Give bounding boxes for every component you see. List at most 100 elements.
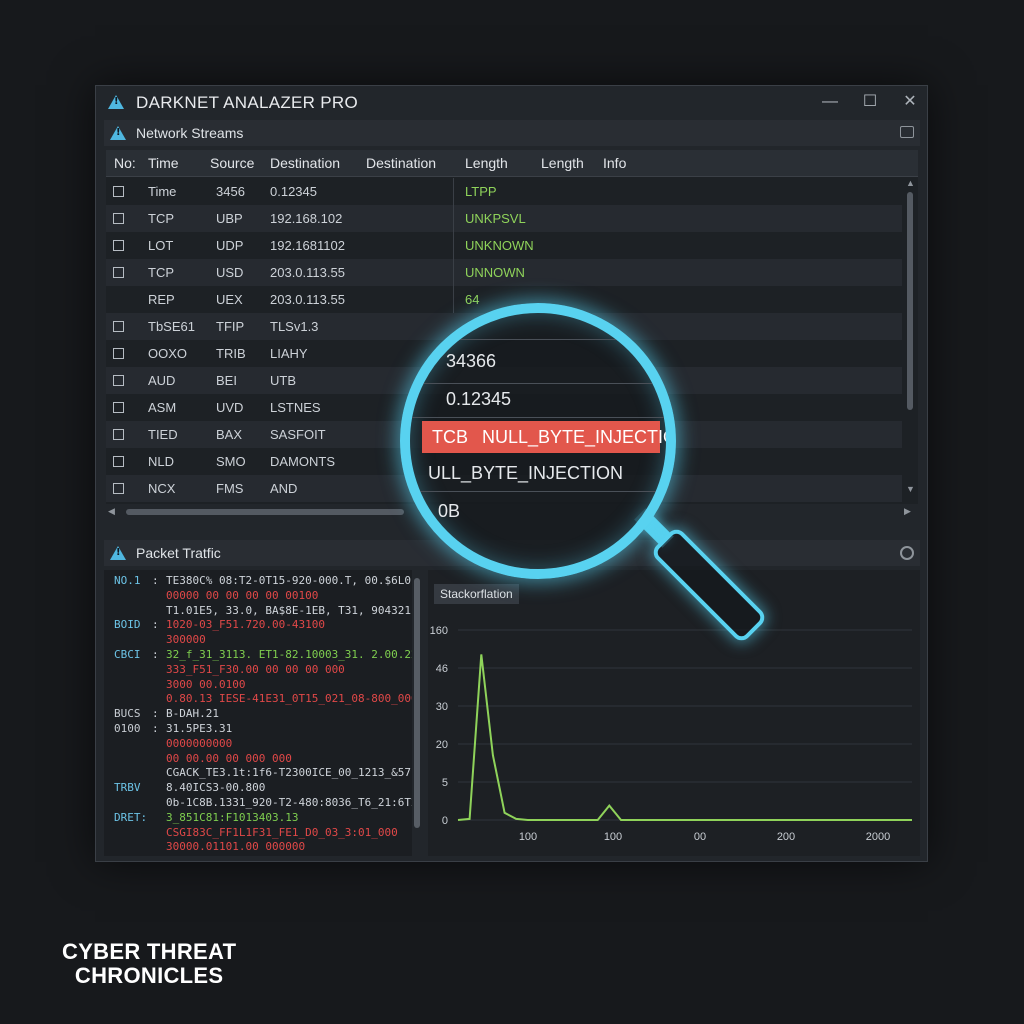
zoomed-alert-repeat: ULL_BYTE_INJECTION [428, 463, 624, 483]
log-separator: : [152, 618, 159, 632]
table-row[interactable]: LOT UDP 192.1681102 UNKNOWN [106, 232, 902, 259]
row-checkbox[interactable] [113, 267, 124, 278]
row-cell: ASM [148, 400, 177, 415]
row-cell: UBP [216, 211, 243, 226]
log-entry: 333_F51_F30.00 00 00 00 000 [166, 662, 345, 676]
row-cell: 203.0.113.55 [270, 292, 345, 307]
log-label: NO.1 [114, 574, 141, 587]
refresh-icon[interactable] [900, 546, 914, 560]
row-checkbox[interactable] [113, 321, 124, 332]
log-entry: 0000000000 [166, 736, 233, 750]
row-cell: BAX [216, 427, 243, 442]
panel-menu-icon[interactable] [900, 126, 914, 138]
brand-line: CYBER THREAT [62, 939, 237, 964]
log-label: 0100 [114, 722, 141, 735]
row-cell: USD [216, 265, 244, 280]
row-cell: LSTNES [270, 400, 321, 415]
minimize-button[interactable]: — [820, 92, 840, 112]
row-checkbox[interactable] [113, 186, 124, 197]
row-checkbox[interactable] [113, 213, 124, 224]
divider [410, 383, 666, 384]
warning-icon [110, 546, 126, 560]
row-cell: 192.1681102 [270, 238, 345, 253]
x-tick-label: 2000 [866, 831, 890, 843]
scroll-thumb[interactable] [126, 509, 404, 515]
table-row[interactable]: TCP UBP 192.168.102 UNKPSVL [106, 205, 902, 232]
scroll-right-icon[interactable]: ▶ [904, 506, 911, 517]
row-cell: UTB [270, 373, 296, 388]
row-cell: OOXO [148, 346, 188, 361]
y-tick-label: 20 [436, 739, 448, 751]
column-divider [453, 286, 454, 313]
row-cell: NCX [148, 481, 176, 496]
log-entry: 3_851C81:F1013403.13 [166, 810, 299, 824]
row-cell: TIED [148, 427, 178, 442]
zoomed-protocol: TCB [432, 427, 468, 447]
column-header[interactable]: Length [541, 155, 584, 171]
column-header[interactable]: Destination [366, 155, 436, 171]
zoomed-value: 0B [438, 501, 461, 521]
scroll-left-icon[interactable]: ◀ [108, 506, 115, 517]
scroll-thumb[interactable] [907, 192, 913, 410]
column-divider [453, 232, 454, 259]
log-label: DRET: [114, 810, 148, 824]
row-info: 64 [465, 292, 480, 307]
row-info: UNNOWN [465, 265, 525, 280]
row-info: UNKNOWN [465, 238, 534, 253]
log-separator: : [152, 722, 159, 735]
log-entry: 31.5PE3.31 [166, 722, 233, 735]
warning-icon [110, 126, 126, 140]
vertical-scrollbar[interactable]: ▲ ▼ [904, 178, 916, 494]
divider [410, 417, 666, 418]
log-scrollbar[interactable] [412, 574, 422, 852]
table-row[interactable]: Time 3456 0.12345 LTPP [106, 178, 902, 205]
divider [410, 339, 666, 340]
row-info: UNKPSVL [465, 211, 526, 226]
x-tick-label: 100 [604, 831, 622, 843]
row-checkbox[interactable] [113, 483, 124, 494]
log-label: BUCS [114, 707, 141, 721]
zoomed-value: 0.12345 [446, 389, 512, 409]
close-button[interactable]: ✕ [900, 92, 920, 112]
column-header[interactable]: Time [148, 155, 179, 171]
log-entry: CGACK_TE3.1t:1f6-T2300ICE_00_1213_&57122 [166, 766, 412, 780]
column-header[interactable]: Info [603, 155, 626, 171]
row-cell: FMS [216, 481, 244, 496]
magnifier-lens: 34366 0.12345 TCB NULL_BYTE_INJECTION UL… [400, 303, 676, 579]
row-cell: DAMONTS [270, 454, 335, 469]
panel-title: Packet Tratfic [136, 545, 221, 561]
log-separator: : [152, 648, 159, 661]
scroll-down-icon[interactable]: ▼ [906, 484, 915, 494]
maximize-button[interactable]: ☐ [860, 92, 880, 112]
zoomed-alert: NULL_BYTE_INJECTION [482, 427, 676, 447]
column-header[interactable]: Destination [270, 155, 340, 171]
column-header[interactable]: Length [465, 155, 508, 171]
row-cell: BEI [216, 373, 237, 388]
row-checkbox[interactable] [113, 429, 124, 440]
chart-svg: 160 46 30 20 5 0 100 100 00 200 2000 [430, 625, 912, 843]
log-entry: T1.01E5, 33.0, BA$8E-1EB, T31, 904321, A… [166, 603, 412, 617]
row-cell: 3456 [216, 184, 245, 199]
log-separator: : [152, 707, 159, 721]
row-checkbox[interactable] [113, 402, 124, 413]
column-header[interactable]: Source [210, 155, 254, 171]
log-label: TRBV [114, 781, 141, 795]
log-label: BOID [114, 618, 141, 632]
row-cell: 192.168.102 [270, 211, 343, 226]
row-cell: TRIB [216, 346, 246, 361]
scroll-up-icon[interactable]: ▲ [906, 178, 915, 188]
warning-icon [108, 95, 124, 109]
y-tick-label: 30 [436, 701, 448, 713]
row-checkbox[interactable] [113, 456, 124, 467]
row-cell: REP [148, 292, 175, 307]
table-row[interactable]: TCP USD 203.0.113.55 UNNOWN [106, 259, 902, 286]
scroll-thumb[interactable] [414, 578, 420, 828]
row-checkbox[interactable] [113, 375, 124, 386]
column-header[interactable]: No: [114, 155, 136, 171]
log-entry: 8.40ICS3-00.800 [166, 781, 266, 795]
row-checkbox[interactable] [113, 348, 124, 359]
row-checkbox[interactable] [113, 240, 124, 251]
row-info: LTPP [465, 184, 497, 199]
row-cell: AUD [148, 373, 176, 388]
zoomed-value: 34366 [446, 351, 497, 371]
